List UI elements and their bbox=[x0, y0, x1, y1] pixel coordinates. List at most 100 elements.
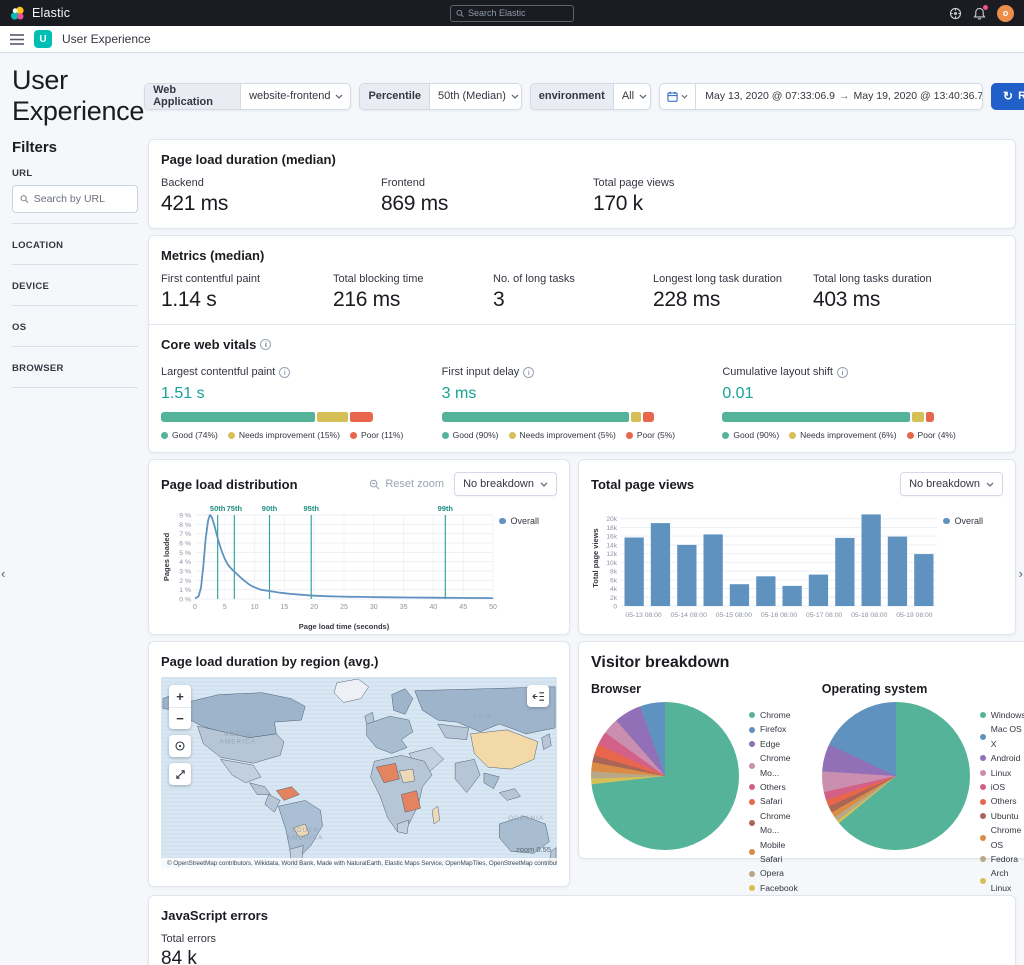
svg-text:05-13 08:00: 05-13 08:00 bbox=[625, 612, 662, 619]
info-icon[interactable]: i bbox=[279, 366, 291, 378]
legend-item-chrome-os[interactable]: Chrome OS bbox=[979, 823, 1024, 852]
svg-text:12k: 12k bbox=[606, 551, 617, 558]
percentile-label: Percentile bbox=[360, 83, 431, 109]
stat-total-blocking-time: Total blocking time 216 ms bbox=[333, 273, 424, 311]
chart-legend-item[interactable]: Overall bbox=[499, 516, 555, 526]
cwv-legend-item: Needs improvement (5%) bbox=[508, 430, 616, 440]
world-map-canvas[interactable]: NORTH AMERICA SOUTH AMERICA ASIA OCEANIA bbox=[161, 677, 557, 869]
calendar-dropdown-button[interactable] bbox=[660, 83, 697, 109]
sidebar-filter-browser[interactable]: BROWSER bbox=[12, 346, 138, 388]
legend-item-facebook[interactable]: Facebook bbox=[749, 881, 798, 895]
date-range-picker[interactable]: May 13, 2020 @ 07:33:06.9 → May 19, 2020… bbox=[659, 82, 984, 110]
pie-chart-browser[interactable] bbox=[591, 702, 739, 850]
page-scroll-left-icon[interactable]: ‹ bbox=[1, 566, 5, 581]
svg-text:05-17 08:00: 05-17 08:00 bbox=[806, 612, 843, 619]
chart-legend-item[interactable]: Overall bbox=[943, 516, 999, 526]
legend-item-ios[interactable]: iOS bbox=[979, 780, 1024, 794]
breakdown-select[interactable]: No breakdown bbox=[454, 472, 557, 496]
url-search-input[interactable] bbox=[33, 193, 130, 205]
legend-item-ubuntu[interactable]: Ubuntu bbox=[979, 809, 1024, 823]
world-map[interactable]: NORTH AMERICA SOUTH AMERICA ASIA OCEANIA + − bbox=[161, 677, 557, 869]
info-icon[interactable]: i bbox=[837, 366, 848, 378]
panel-title: Total page views bbox=[591, 476, 695, 492]
total-page-views-panel: Total page views No breakdown 0 2k 4k 6k 8k 1… bbox=[578, 459, 1016, 635]
svg-text:8 %: 8 % bbox=[179, 522, 191, 529]
total-errors-value: 84 k bbox=[161, 948, 197, 965]
legend-item-chrome[interactable]: Chrome bbox=[749, 708, 798, 722]
legend-item-fedora[interactable]: Fedora bbox=[979, 852, 1024, 866]
refresh-icon: ↻ bbox=[1003, 89, 1014, 103]
url-search-box[interactable] bbox=[12, 185, 138, 213]
panel-title: Metrics (median) bbox=[161, 248, 265, 263]
legend-item-linux[interactable]: Linux bbox=[979, 766, 1024, 780]
map-fit-bounds-button[interactable] bbox=[169, 735, 191, 757]
ux-app-icon[interactable]: U bbox=[34, 30, 52, 48]
notification-dot bbox=[983, 4, 988, 10]
visitor-breakdown-panel: Visitor breakdown Browser Chrome Firefox Ed… bbox=[578, 641, 1024, 893]
layers-panel-icon bbox=[527, 685, 549, 707]
user-avatar[interactable]: o bbox=[997, 4, 1014, 22]
global-search-input[interactable] bbox=[450, 4, 574, 22]
cloud-icon[interactable] bbox=[949, 7, 962, 20]
info-icon[interactable]: i bbox=[260, 339, 272, 350]
global-search-field[interactable] bbox=[468, 8, 568, 18]
map-fullscreen-button[interactable] bbox=[169, 763, 191, 785]
notifications-bell-icon[interactable] bbox=[973, 4, 988, 20]
map-layers-toggle[interactable] bbox=[527, 685, 549, 707]
elastic-logo-icon bbox=[10, 6, 25, 21]
map-zoom-level: zoom 0.55 bbox=[515, 845, 551, 854]
cwv-distribution-bar bbox=[722, 412, 935, 422]
page-scroll-right-icon[interactable]: › bbox=[1019, 566, 1023, 581]
legend-item-safari[interactable]: Safari bbox=[749, 794, 798, 808]
web-application-select[interactable]: Web Application website-frontend bbox=[144, 82, 352, 110]
pie-legend: Windows Mac OS X Android Linux iOS Others Ubun… bbox=[979, 702, 1024, 895]
sidebar-filter-os[interactable]: OS bbox=[12, 305, 138, 346]
svg-text:10: 10 bbox=[251, 604, 259, 611]
environment-select[interactable]: environment All bbox=[529, 82, 652, 110]
refresh-button[interactable]: ↻ Refresh bbox=[991, 82, 1024, 110]
svg-text:10k: 10k bbox=[606, 560, 617, 567]
pie-group-operating-system: Operating system Windows Mac OS X Android Li… bbox=[821, 682, 1024, 895]
svg-text:90th: 90th bbox=[262, 504, 278, 513]
search-icon bbox=[456, 9, 464, 17]
reset-zoom-button[interactable]: Reset zoom bbox=[369, 478, 444, 490]
sidebar-filter-device[interactable]: DEVICE bbox=[12, 264, 138, 305]
legend-item-edge[interactable]: Edge bbox=[749, 737, 798, 751]
top-navigation-bar: Elastic o bbox=[0, 0, 1024, 26]
legend-item-mac-os-x[interactable]: Mac OS X bbox=[979, 722, 1024, 751]
brand-name: Elastic bbox=[32, 6, 71, 20]
sidebar-filter-location[interactable]: LOCATION bbox=[12, 223, 138, 264]
legend-item-chrome-mo[interactable]: Chrome Mo... bbox=[749, 809, 798, 838]
legend-item-firefox[interactable]: Firefox bbox=[749, 722, 798, 736]
svg-text:4 %: 4 % bbox=[179, 559, 191, 566]
svg-text:05-14 08:00: 05-14 08:00 bbox=[671, 612, 708, 619]
pie-chart-operating-system[interactable] bbox=[821, 702, 970, 850]
breadcrumb: User Experience bbox=[62, 32, 151, 46]
legend-item-windows[interactable]: Windows bbox=[979, 708, 1024, 722]
page-load-distribution-chart[interactable]: 0 5 10 15 20 25 30 35 40 45 50 0 % 1 % 2 % 3 % 4 % 5 % 6 … bbox=[161, 500, 557, 632]
total-page-views-chart[interactable]: 0 2k 4k 6k 8k 10k 12k 14k 16k 18k 20k 05-13 08:00 05… bbox=[591, 500, 1003, 636]
legend-item-opera[interactable]: Opera bbox=[749, 866, 798, 880]
cwv-legend-item: Good (90%) bbox=[441, 430, 499, 440]
svg-text:05-15 08:00: 05-15 08:00 bbox=[716, 612, 753, 619]
date-range-value[interactable]: May 13, 2020 @ 07:33:06.9 → May 19, 2020… bbox=[696, 90, 982, 102]
cwv-legend-item: Needs improvement (6%) bbox=[789, 430, 897, 440]
svg-text:1 %: 1 % bbox=[179, 587, 191, 594]
info-icon[interactable]: i bbox=[523, 366, 535, 378]
percentile-select[interactable]: Percentile 50th (Median) bbox=[359, 82, 522, 110]
dashboard-main: Page load duration (median) Backend 421 m… bbox=[148, 137, 1024, 965]
legend-item-arch-linux[interactable]: Arch Linux bbox=[979, 866, 1024, 895]
legend-item-android[interactable]: Android bbox=[979, 751, 1024, 765]
legend-item-others[interactable]: Others bbox=[979, 794, 1024, 808]
map-zoom-out-button[interactable]: − bbox=[169, 707, 191, 729]
menu-hamburger-icon[interactable] bbox=[10, 33, 24, 45]
svg-text:2 %: 2 % bbox=[179, 578, 191, 585]
legend-item-others[interactable]: Others bbox=[749, 780, 798, 794]
map-controls: + − bbox=[169, 685, 191, 785]
map-zoom-in-button[interactable]: + bbox=[169, 685, 191, 707]
legend-item-mobile-safari[interactable]: Mobile Safari bbox=[749, 838, 798, 867]
legend-item-chrome-mo[interactable]: Chrome Mo... bbox=[749, 751, 798, 780]
page-load-distribution-panel: Page load distribution Reset zoom No bre… bbox=[148, 459, 570, 635]
cwv-largest-contentful-paint: Largest contentful paint i 1.51 s Good (74%… bbox=[161, 366, 404, 440]
breakdown-select[interactable]: No breakdown bbox=[900, 472, 1003, 496]
